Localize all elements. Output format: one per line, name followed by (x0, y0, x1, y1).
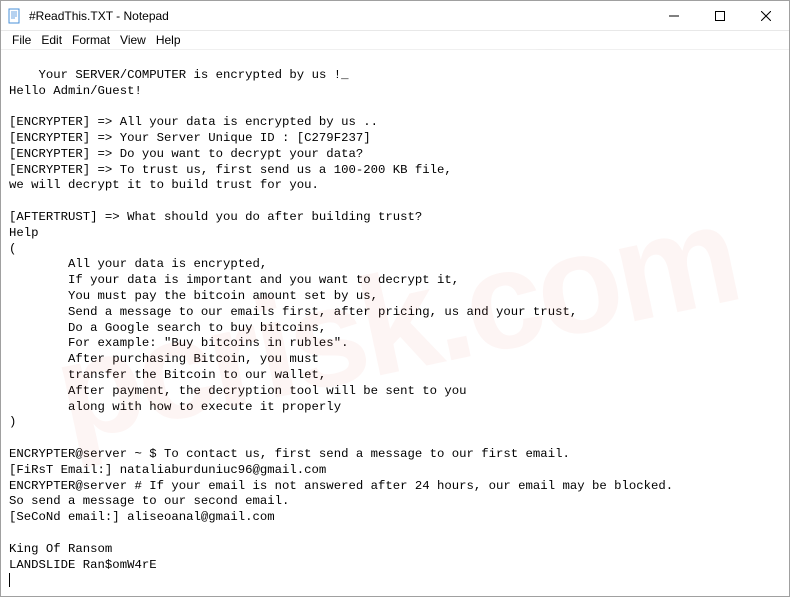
menubar: File Edit Format View Help (1, 31, 789, 50)
text-cursor (9, 573, 10, 587)
close-button[interactable] (743, 1, 789, 30)
titlebar: #ReadThis.TXT - Notepad (1, 1, 789, 31)
menu-edit[interactable]: Edit (36, 32, 67, 48)
maximize-button[interactable] (697, 1, 743, 30)
minimize-button[interactable] (651, 1, 697, 30)
menu-help[interactable]: Help (151, 32, 186, 48)
window-controls (651, 1, 789, 30)
notepad-icon (7, 8, 23, 24)
document-text: Your SERVER/COMPUTER is encrypted by us … (9, 68, 673, 572)
window-title: #ReadThis.TXT - Notepad (29, 9, 651, 23)
menu-file[interactable]: File (7, 32, 36, 48)
text-area[interactable]: pcrisk.comYour SERVER/COMPUTER is encryp… (1, 50, 789, 596)
notepad-window: #ReadThis.TXT - Notepad File Edit Format… (0, 0, 790, 597)
menu-format[interactable]: Format (67, 32, 115, 48)
menu-view[interactable]: View (115, 32, 151, 48)
